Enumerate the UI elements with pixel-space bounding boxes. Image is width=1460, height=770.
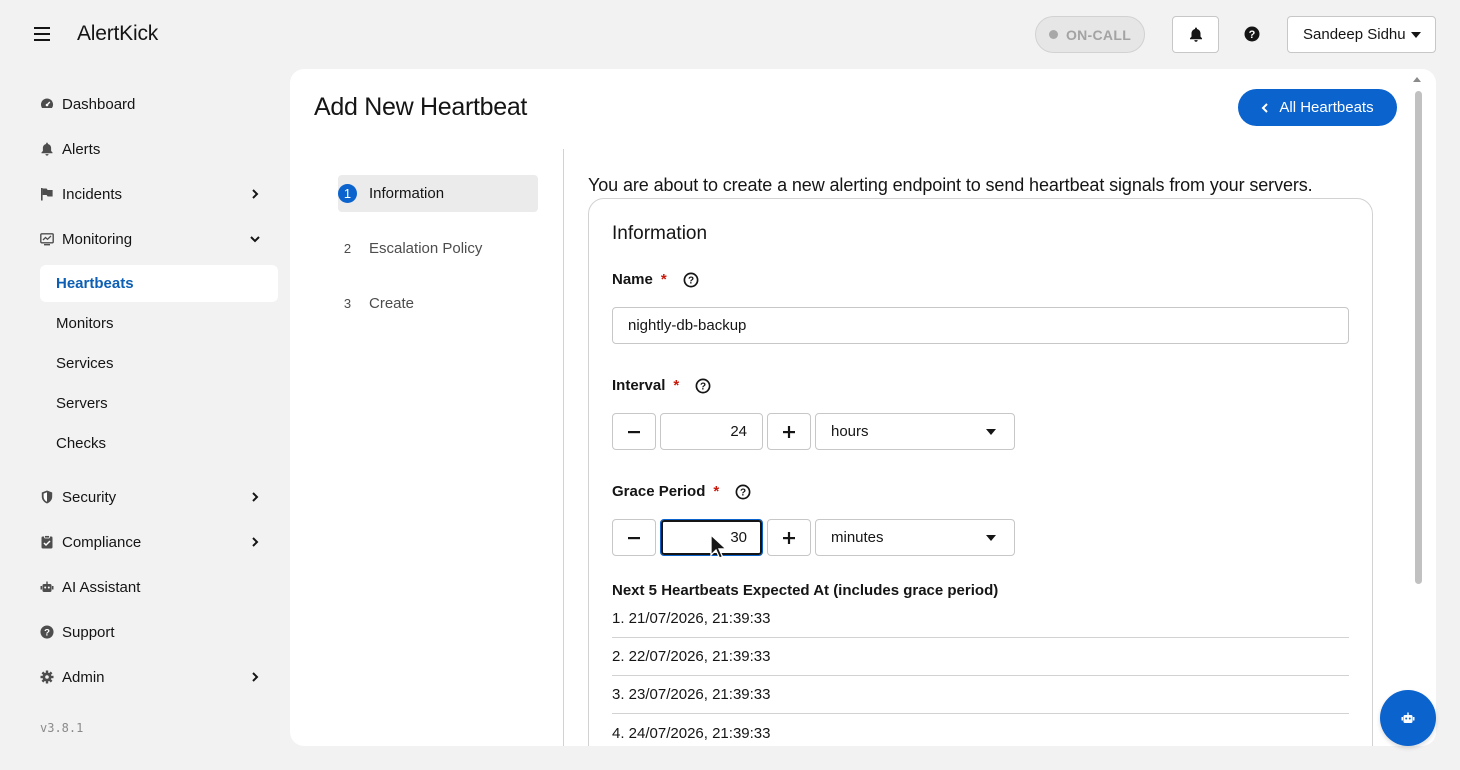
minus-icon bbox=[628, 536, 640, 539]
sidebar-item-compliance[interactable]: Compliance bbox=[40, 524, 278, 560]
sidebar-item-incidents[interactable]: Incidents bbox=[40, 176, 278, 212]
sidebar-subitem-services[interactable]: Services bbox=[40, 345, 278, 382]
interval-unit-select[interactable]: hours bbox=[815, 413, 1015, 450]
help-icon[interactable]: ? bbox=[735, 484, 751, 500]
minus-icon bbox=[628, 430, 640, 433]
help-icon[interactable]: ? bbox=[695, 378, 711, 394]
mouse-cursor-icon bbox=[710, 534, 728, 559]
next-heartbeat-item: 2. 22/07/2026, 21:39:33 bbox=[612, 638, 1349, 676]
step-create[interactable]: 3 Create bbox=[338, 285, 538, 322]
grace-increment-button[interactable] bbox=[767, 519, 811, 556]
menu-toggle-icon[interactable] bbox=[34, 26, 50, 42]
name-input[interactable]: nightly-db-backup bbox=[612, 307, 1349, 344]
svg-text:?: ? bbox=[740, 487, 746, 498]
caret-down-icon bbox=[1411, 32, 1421, 38]
bell-icon bbox=[40, 142, 54, 156]
main-panel: Add New Heartbeat All Heartbeats 1 Infor… bbox=[290, 69, 1436, 746]
sidebar-item-security[interactable]: Security bbox=[40, 479, 278, 515]
chevron-right-icon bbox=[252, 672, 259, 682]
sidebar-subitem-monitors[interactable]: Monitors bbox=[40, 305, 278, 342]
sidebar-subitem-heartbeats[interactable]: Heartbeats bbox=[40, 265, 278, 302]
question-circle-icon: ? bbox=[40, 625, 54, 639]
grace-decrement-button[interactable] bbox=[612, 519, 656, 556]
step-label: Escalation Policy bbox=[369, 240, 483, 257]
plus-icon bbox=[783, 425, 795, 438]
intro-text: You are about to create a new alerting e… bbox=[588, 175, 1313, 195]
step-escalation-policy[interactable]: 2 Escalation Policy bbox=[338, 230, 538, 267]
chevron-right-icon bbox=[252, 537, 259, 547]
robot-icon bbox=[1401, 712, 1415, 723]
interval-increment-button[interactable] bbox=[767, 413, 811, 450]
sidebar-item-dashboard[interactable]: Dashboard bbox=[40, 86, 278, 122]
gear-icon bbox=[40, 670, 54, 684]
clipboard-check-icon bbox=[40, 535, 54, 549]
caret-down-icon bbox=[986, 429, 996, 435]
next-heartbeat-item: 3. 23/07/2026, 21:39:33 bbox=[612, 676, 1349, 714]
next-heartbeat-item: 1. 21/07/2026, 21:39:33 bbox=[612, 600, 1349, 638]
required-mark: * bbox=[713, 483, 720, 500]
card-title: Information bbox=[612, 223, 708, 244]
scrollbar-thumb[interactable] bbox=[1415, 91, 1422, 584]
sidebar-item-monitoring[interactable]: Monitoring bbox=[40, 221, 278, 257]
required-mark: * bbox=[660, 271, 667, 288]
chevron-left-icon bbox=[1261, 102, 1269, 113]
user-menu[interactable]: Sandeep Sidhu bbox=[1287, 16, 1436, 53]
plus-icon bbox=[783, 531, 795, 544]
interval-decrement-button[interactable] bbox=[612, 413, 656, 450]
caret-down-icon bbox=[986, 535, 996, 541]
grace-unit-select[interactable]: minutes bbox=[815, 519, 1015, 556]
oncall-toggle[interactable]: ON-CALL bbox=[1035, 16, 1145, 53]
sidebar-subitem-servers[interactable]: Servers bbox=[40, 385, 278, 422]
divider bbox=[563, 149, 564, 746]
notifications-button[interactable] bbox=[1172, 16, 1219, 53]
oncall-label: ON-CALL bbox=[1065, 26, 1132, 43]
sidebar-item-ai-assistant[interactable]: AI Assistant bbox=[40, 569, 278, 605]
user-name: Sandeep Sidhu bbox=[1303, 26, 1406, 43]
svg-text:?: ? bbox=[44, 628, 50, 639]
name-label: Name * ? bbox=[612, 271, 699, 288]
required-mark: * bbox=[673, 377, 680, 394]
sidebar-item-admin[interactable]: Admin bbox=[40, 659, 278, 695]
page-title: Add New Heartbeat bbox=[314, 93, 528, 121]
svg-text:?: ? bbox=[688, 275, 694, 286]
step-label: Information bbox=[369, 185, 445, 202]
chevron-right-icon bbox=[252, 492, 259, 502]
sidebar-item-support[interactable]: ? Support bbox=[40, 614, 278, 650]
ai-assistant-fab[interactable] bbox=[1380, 690, 1436, 746]
help-icon[interactable]: ? bbox=[683, 272, 699, 288]
next-heartbeat-item: 4. 24/07/2026, 21:39:33 bbox=[612, 724, 771, 742]
sidebar-item-alerts[interactable]: Alerts bbox=[40, 131, 278, 167]
interval-label: Interval * ? bbox=[612, 377, 711, 394]
step-number: 1 bbox=[338, 184, 357, 203]
bell-icon bbox=[1189, 27, 1202, 42]
next-heartbeats-title: Next 5 Heartbeats Expected At (includes … bbox=[612, 582, 999, 599]
robot-icon bbox=[40, 580, 54, 594]
svg-text:?: ? bbox=[700, 381, 706, 392]
interval-input[interactable]: 24 bbox=[660, 413, 763, 450]
step-number: 3 bbox=[343, 296, 352, 311]
dashboard-icon bbox=[40, 97, 54, 111]
grace-period-label: Grace Period * ? bbox=[612, 483, 751, 500]
all-heartbeats-button[interactable]: All Heartbeats bbox=[1238, 89, 1397, 126]
chevron-right-icon bbox=[252, 189, 259, 199]
question-circle-icon: ? bbox=[1244, 26, 1260, 42]
app-version: v3.8.1 bbox=[40, 721, 84, 735]
status-dot bbox=[1048, 30, 1058, 39]
step-information[interactable]: 1 Information bbox=[338, 175, 538, 212]
scroll-up-arrow[interactable] bbox=[1413, 77, 1421, 82]
chevron-down-icon bbox=[250, 236, 260, 243]
sidebar-subitem-checks[interactable]: Checks bbox=[40, 425, 278, 462]
information-card: Information Name * ? nightly-db-backup I… bbox=[588, 198, 1373, 746]
monitor-icon bbox=[40, 232, 54, 246]
step-number: 2 bbox=[343, 241, 352, 256]
svg-text:?: ? bbox=[1249, 29, 1256, 41]
app-logo: AlertKick bbox=[77, 22, 159, 45]
step-label: Create bbox=[369, 295, 415, 312]
shield-icon bbox=[40, 490, 54, 504]
help-button[interactable]: ? bbox=[1242, 24, 1262, 44]
flag-icon bbox=[40, 187, 54, 201]
